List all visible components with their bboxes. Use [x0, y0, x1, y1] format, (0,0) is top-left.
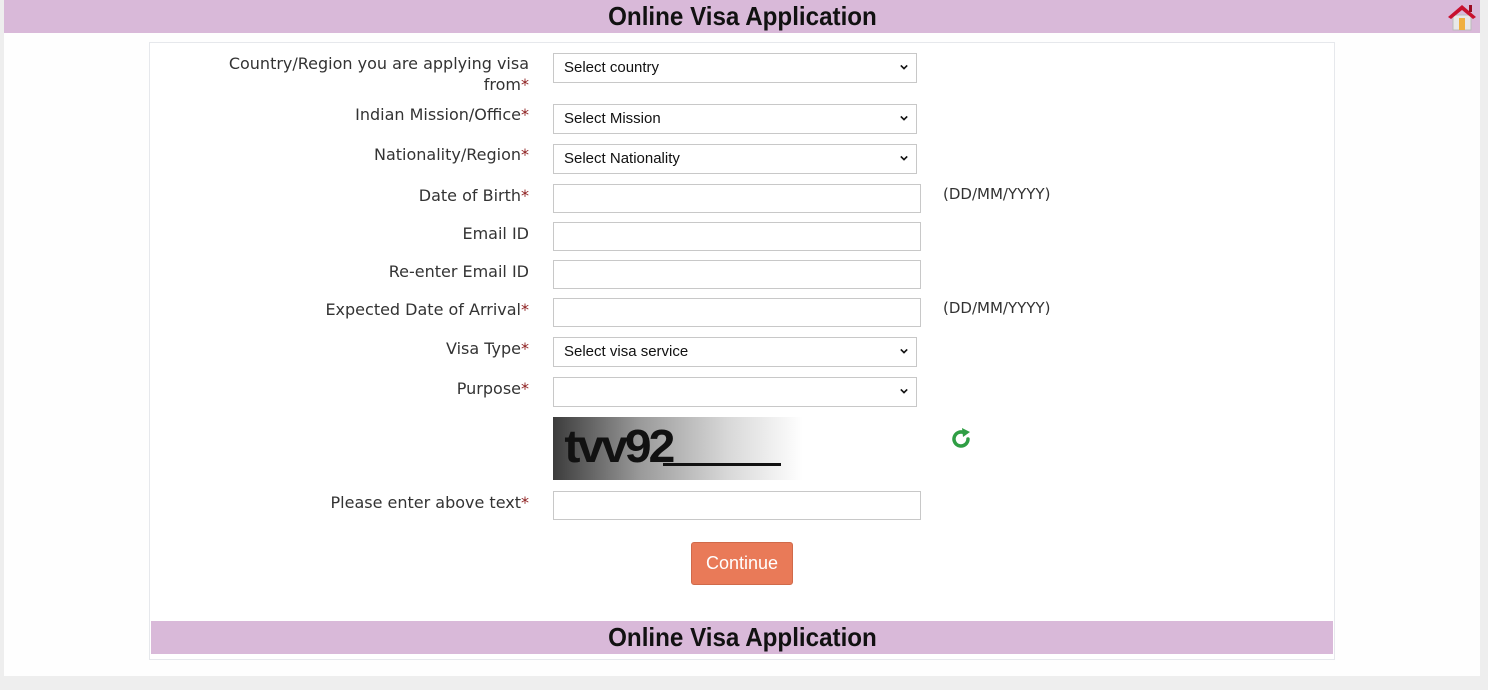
visa-type-select[interactable]: Select visa service: [553, 337, 917, 367]
country-select-value: Select country: [564, 59, 660, 76]
application-form: Country/Region you are applying visa fro…: [149, 42, 1335, 660]
country-label: Country/Region you are applying visa fro…: [228, 54, 529, 94]
email-confirm-input[interactable]: [553, 260, 921, 289]
required-marker: *: [521, 186, 529, 205]
chevron-down-icon: [900, 155, 908, 161]
required-marker: *: [521, 75, 529, 94]
purpose-select[interactable]: [553, 377, 917, 407]
nationality-label: Nationality/Region*: [373, 145, 529, 164]
header-bar: Online Visa Application: [4, 0, 1480, 33]
refresh-icon[interactable]: [948, 426, 974, 452]
chevron-down-icon: [900, 388, 908, 394]
purpose-label: Purpose*: [456, 379, 529, 398]
dob-label: Date of Birth*: [418, 186, 529, 205]
dob-format-hint: (DD/MM/YYYY): [943, 185, 1051, 203]
arrival-label: Expected Date of Arrival*: [325, 300, 529, 319]
mission-select-value: Select Mission: [564, 110, 661, 127]
captcha-image: tvv92: [553, 417, 803, 480]
visa-type-label: Visa Type*: [445, 339, 529, 358]
nationality-select[interactable]: Select Nationality: [553, 144, 917, 174]
chevron-down-icon: [900, 348, 908, 354]
arrival-format-hint: (DD/MM/YYYY): [943, 299, 1051, 317]
chevron-down-icon: [900, 115, 908, 121]
country-select[interactable]: Select country: [553, 53, 917, 83]
captcha-text: tvv92: [564, 420, 675, 472]
required-marker: *: [521, 145, 529, 164]
email-confirm-label: Re-enter Email ID: [388, 262, 529, 281]
captcha-input[interactable]: [553, 491, 921, 520]
dob-input[interactable]: [553, 184, 921, 213]
required-marker: *: [521, 339, 529, 358]
required-marker: *: [521, 493, 529, 512]
required-marker: *: [521, 105, 529, 124]
page-title: Online Visa Application: [607, 1, 877, 31]
email-input[interactable]: [553, 222, 921, 251]
email-label: Email ID: [462, 224, 529, 243]
page: Online Visa Application Country/Region y…: [4, 0, 1480, 676]
home-icon[interactable]: [1446, 2, 1478, 32]
required-marker: *: [521, 300, 529, 319]
required-marker: *: [521, 379, 529, 398]
captcha-noise-line: [663, 463, 781, 466]
arrival-date-input[interactable]: [553, 298, 921, 327]
continue-button[interactable]: Continue: [691, 542, 793, 585]
captcha-input-label: Please enter above text*: [330, 493, 530, 512]
visa-type-select-value: Select visa service: [564, 343, 689, 360]
chevron-down-icon: [900, 64, 908, 70]
footer-title: Online Visa Application: [607, 622, 877, 652]
mission-label: Indian Mission/Office*: [355, 105, 529, 124]
footer-bar: Online Visa Application: [151, 621, 1333, 654]
mission-select[interactable]: Select Mission: [553, 104, 917, 134]
nationality-select-value: Select Nationality: [564, 150, 680, 167]
